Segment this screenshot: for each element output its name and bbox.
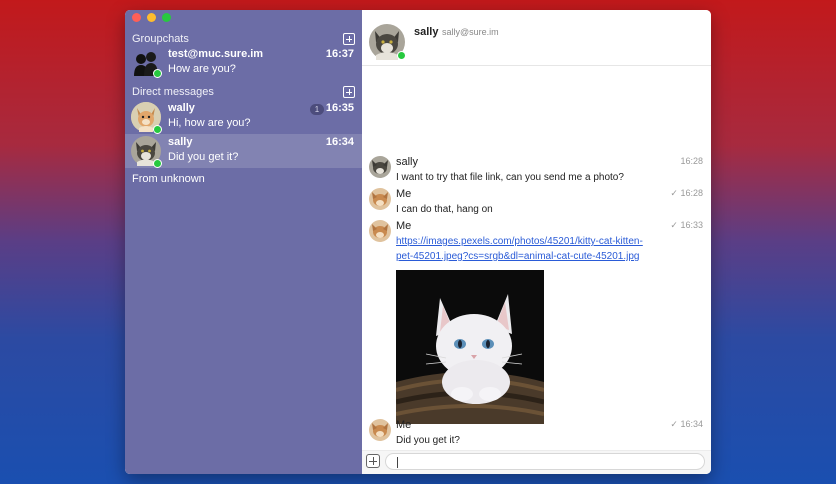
online-status-icon (153, 69, 162, 78)
groupchat-preview: How are you? (168, 63, 236, 75)
contact-time: 16:34 (325, 136, 354, 148)
groupchat-time: 16:37 (325, 48, 354, 60)
close-window-icon[interactable] (132, 13, 141, 22)
message-time: 16:28 (680, 156, 703, 166)
message-sender: Me (396, 188, 412, 200)
attach-icon[interactable] (366, 454, 380, 468)
app-window: Groupchats test@muc.sure.im How are you?… (125, 10, 711, 474)
unread-badge: 1 (310, 104, 324, 115)
message-sender: Me (396, 220, 412, 232)
message-text: I want to try that file link, can you se… (396, 172, 624, 183)
groupchats-label: Groupchats (132, 33, 189, 45)
contact-item-sally[interactable]: sally Did you get it? 16:34 (125, 134, 362, 168)
me-avatar (369, 419, 391, 441)
message-sender: Me (396, 419, 412, 431)
online-status-icon (397, 51, 406, 60)
message-time: ✓ 16:33 (670, 220, 703, 230)
contact-jid: sally@sure.im (442, 27, 499, 37)
contact-preview: Did you get it? (168, 151, 239, 163)
groupchats-header: Groupchats (132, 31, 355, 47)
chat-header: sally sally@sure.im (362, 10, 711, 66)
window-controls (132, 13, 171, 22)
add-groupchat-icon[interactable] (343, 33, 355, 45)
message-time: ✓ 16:28 (670, 188, 703, 198)
contact-name: wally (168, 102, 195, 114)
groupchat-item[interactable]: test@muc.sure.im How are you? 16:37 (125, 46, 362, 80)
contact-item-wally[interactable]: wally Hi, how are you? 1 16:35 (125, 100, 362, 134)
groupchat-name: test@muc.sure.im (168, 48, 264, 60)
message-time: ✓ 16:34 (670, 419, 703, 429)
message-text: I can do that, hang on (396, 204, 493, 215)
online-status-icon (153, 125, 162, 134)
text-caret (397, 457, 398, 468)
message-text: Did you get it? (396, 435, 460, 446)
kitten-photo[interactable] (396, 270, 544, 424)
sally-message-avatar (369, 156, 391, 178)
message-sender: sally (396, 156, 419, 168)
online-status-icon (153, 159, 162, 168)
me-avatar (369, 188, 391, 210)
direct-label: Direct messages (132, 86, 214, 98)
file-link[interactable]: https://images.pexels.com/photos/45201/k… (396, 234, 654, 264)
contact-preview: Hi, how are you? (168, 117, 251, 129)
chat-pane: sally sally@sure.im sally I want to try … (362, 10, 711, 474)
contact-name-title: sally (414, 26, 439, 38)
from-unknown-label[interactable]: From unknown (132, 173, 205, 185)
message-input[interactable] (385, 453, 705, 470)
contact-name: sally (168, 136, 193, 148)
minimize-window-icon[interactable] (147, 13, 156, 22)
sidebar: Groupchats test@muc.sure.im How are you?… (125, 10, 362, 474)
zoom-window-icon[interactable] (162, 13, 171, 22)
message-body: https://images.pexels.com/photos/45201/k… (396, 234, 654, 264)
direct-header: Direct messages (132, 84, 355, 100)
add-direct-icon[interactable] (343, 86, 355, 98)
composer (362, 450, 711, 474)
contact-time: 16:35 (325, 102, 354, 114)
me-avatar (369, 220, 391, 242)
